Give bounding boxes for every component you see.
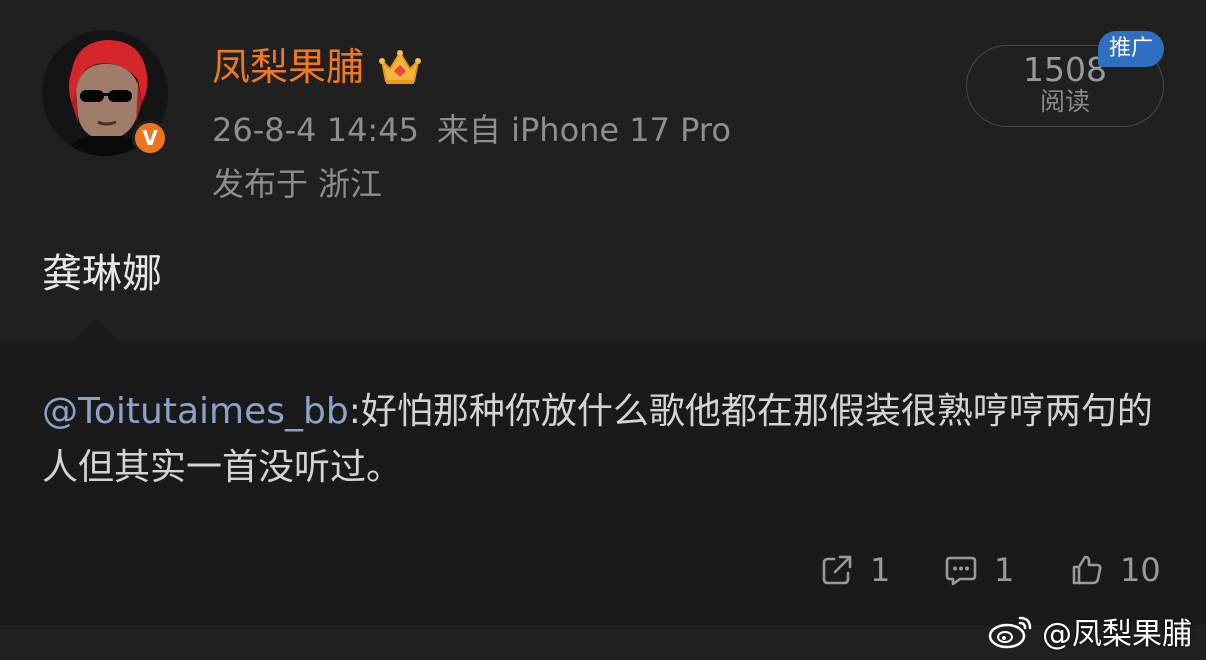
avatar-container[interactable]: V (42, 30, 168, 156)
comment-count: 1 (994, 551, 1015, 589)
share-count: 1 (870, 551, 891, 589)
share-icon (822, 555, 852, 585)
like-count: 10 (1120, 551, 1161, 589)
like-button[interactable]: 10 (1070, 548, 1161, 592)
reposted-block[interactable]: @Toitutaimes_bb:好怕那种你放什么歌他都在那假装很熟哼哼两句的人但… (0, 342, 1206, 625)
repost-pointer (72, 318, 120, 342)
thumbs-up-icon (1072, 555, 1102, 585)
post-meta: 26-8-4 14:45 来自 iPhone 17 Pro (212, 108, 731, 152)
watermark: @凤梨果脯 (988, 606, 1192, 656)
promo-button[interactable]: 推广 (1098, 31, 1164, 67)
post-content: 龚琳娜 (42, 251, 162, 297)
verified-badge-icon: V (132, 120, 168, 156)
username-row: 凤梨果脯 (212, 42, 422, 92)
location-name: 浙江 (318, 165, 383, 203)
weibo-post: V 凤梨果脯 26-8-4 14:45 来自 iPhone 17 Pro 发布于浙… (0, 0, 1206, 340)
comment-button[interactable]: 1 (944, 548, 1014, 592)
post-timestamp: 26-8-4 14:45 (212, 111, 419, 149)
read-label: 阅读 (1039, 87, 1090, 116)
post-source: 来自 iPhone 17 Pro (436, 111, 731, 149)
comment-icon (945, 556, 977, 586)
username[interactable]: 凤梨果脯 (212, 42, 364, 92)
repost-text: @Toitutaimes_bb:好怕那种你放什么歌他都在那假装很熟哼哼两句的人但… (42, 384, 1162, 496)
action-bar: 1 1 10 (0, 548, 1206, 592)
watermark-text: @凤梨果脯 (1042, 617, 1192, 652)
repost-mention-link[interactable]: @Toitutaimes_bb (42, 391, 349, 432)
share-button[interactable]: 1 (820, 548, 890, 592)
weibo-logo-icon (988, 616, 1032, 649)
post-location: 发布于 浙江 (212, 162, 382, 206)
crown-icon (379, 50, 422, 84)
location-prefix: 发布于 (212, 165, 309, 203)
